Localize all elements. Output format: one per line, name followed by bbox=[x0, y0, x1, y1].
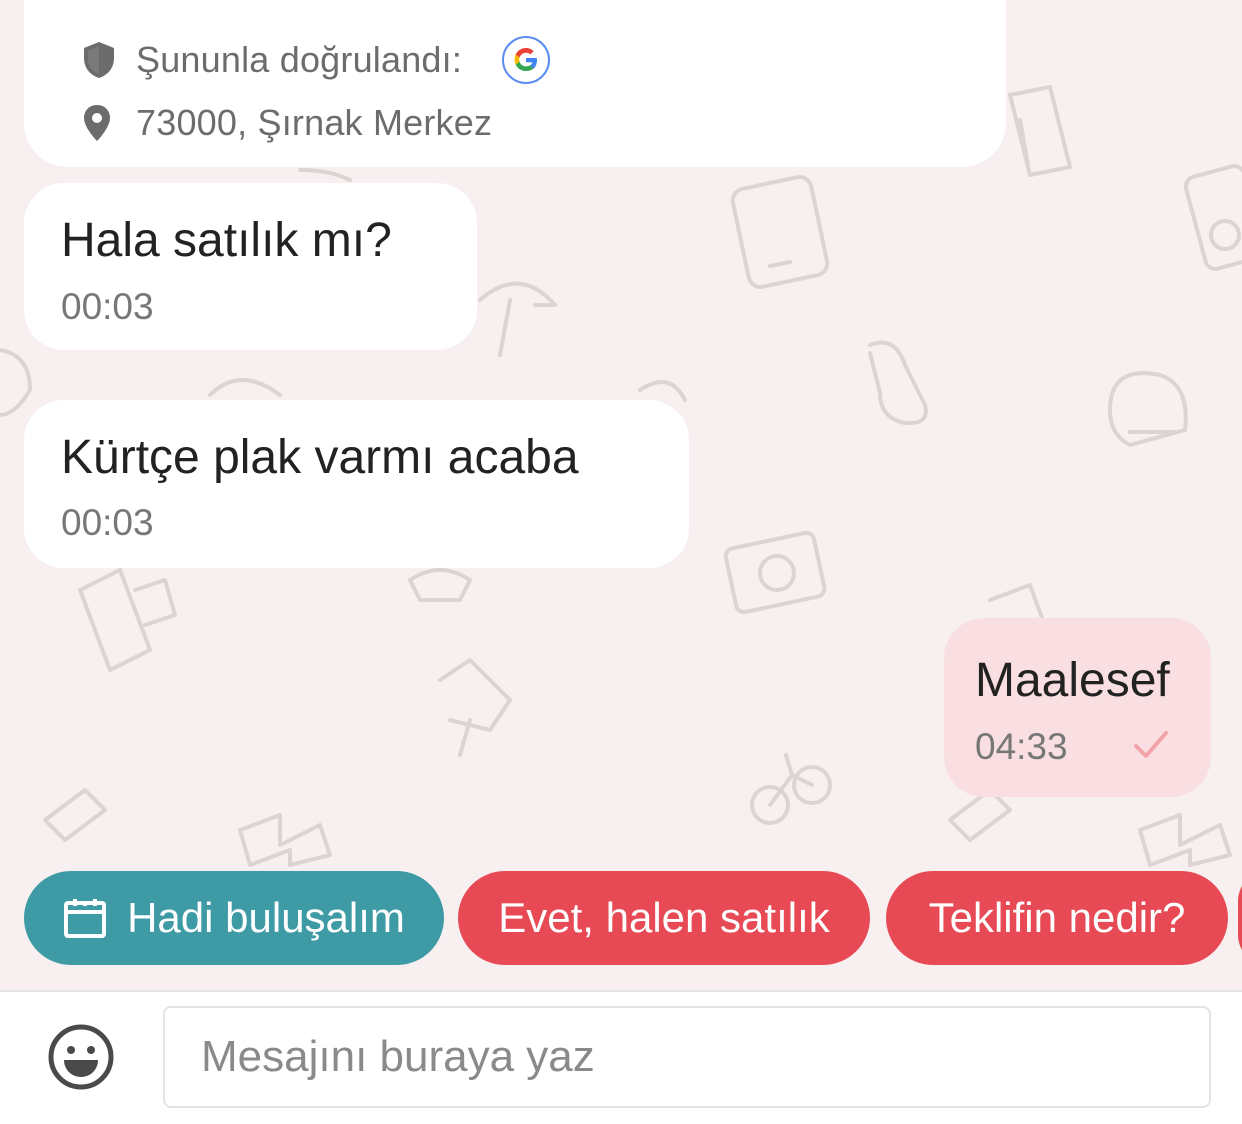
shield-icon bbox=[82, 40, 116, 80]
calendar-icon bbox=[63, 897, 107, 939]
smiley-icon[interactable] bbox=[46, 1022, 116, 1092]
message-time: 04:33 bbox=[975, 726, 1068, 767]
quick-reply-label: Teklifin nedir? bbox=[928, 894, 1186, 941]
message-composer bbox=[0, 990, 1242, 1124]
message-time: 00:03 bbox=[61, 286, 154, 327]
message-text: Hala satılık mı? bbox=[61, 214, 392, 267]
check-icon bbox=[1134, 730, 1168, 765]
message-text: Maalesef bbox=[975, 654, 1170, 707]
message-input[interactable] bbox=[163, 1006, 1211, 1108]
quick-reply-offer-button[interactable]: Teklifin nedir? bbox=[886, 871, 1228, 965]
quick-reply-still-for-sale-button[interactable]: Evet, halen satılık bbox=[458, 871, 870, 965]
message-bubble-incoming[interactable]: Hala satılık mı? 00:03 bbox=[24, 183, 477, 350]
location-pin-icon bbox=[82, 103, 116, 143]
google-icon bbox=[502, 36, 551, 84]
quick-reply-label: Hadi buluşalım bbox=[127, 894, 405, 941]
message-bubble-outgoing[interactable]: Maalesef 04:33 bbox=[944, 618, 1211, 797]
chat-area[interactable]: Şununla doğrulandı: 73000, Şırnak Merkez… bbox=[0, 0, 1242, 990]
quick-reply-meet-button[interactable]: Hadi buluşalım bbox=[24, 871, 444, 965]
message-time: 00:03 bbox=[61, 502, 154, 543]
message-bubble-incoming[interactable]: Kürtçe plak varmı acaba 00:03 bbox=[24, 400, 689, 568]
profile-info-card: Şununla doğrulandı: 73000, Şırnak Merkez bbox=[24, 0, 1006, 167]
message-text: Kürtçe plak varmı acaba bbox=[61, 431, 579, 484]
location-text: 73000, Şırnak Merkez bbox=[136, 102, 493, 143]
verified-row: Şununla doğrulandı: bbox=[82, 36, 551, 84]
location-row: 73000, Şırnak Merkez bbox=[82, 102, 492, 144]
quick-reply-label: Evet, halen satılık bbox=[498, 894, 830, 941]
verified-label: Şununla doğrulandı: bbox=[136, 39, 463, 80]
